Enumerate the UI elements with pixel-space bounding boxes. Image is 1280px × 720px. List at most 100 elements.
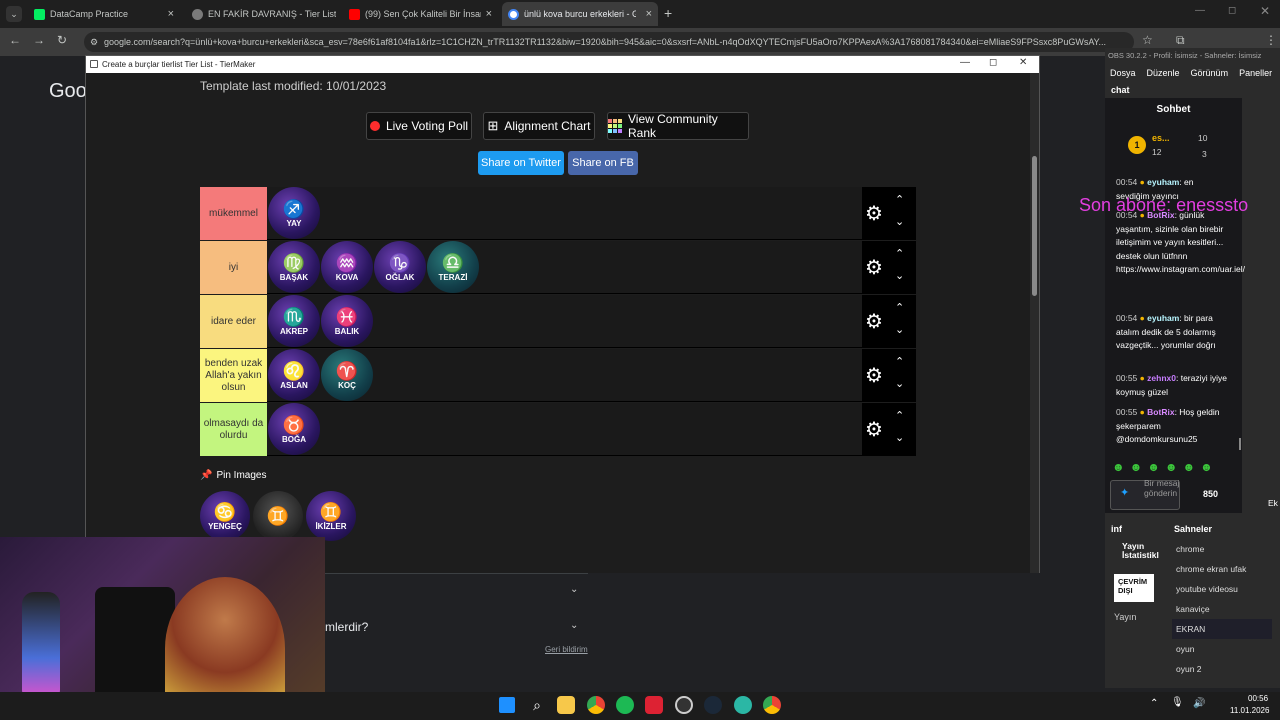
app-icon[interactable] — [645, 696, 663, 714]
emote-row[interactable]: ☻☻☻☻☻☻ — [1112, 460, 1218, 474]
view-community-rank-button[interactable]: View Community Rank — [607, 112, 749, 140]
tab-datacamp[interactable]: DataCamp Practice × — [28, 2, 180, 26]
scene-item[interactable]: oyun 2 — [1172, 659, 1272, 679]
tier-label[interactable]: benden uzak Allah'a yakın olsun — [200, 349, 267, 402]
share-fb-button[interactable]: Share on FB — [568, 151, 638, 175]
tier-label[interactable]: mükemmel — [200, 187, 267, 240]
faq-expand-icon[interactable]: ⌄ — [570, 584, 578, 595]
move-up-icon[interactable]: ⌃ — [895, 247, 904, 260]
maximize-window-icon[interactable]: ◻ — [1228, 5, 1236, 16]
scene-item[interactable]: youtube videosu — [1172, 579, 1272, 599]
zodiac-tile-1[interactable]: ♒ KOVA — [321, 241, 373, 293]
search-icon[interactable]: ⌕ — [528, 696, 546, 714]
move-down-icon[interactable]: ⌄ — [895, 431, 904, 444]
forward-icon[interactable]: → — [33, 33, 45, 47]
tray-mic-icon[interactable]: 🎙 — [1171, 697, 1184, 708]
popup-scrollbar[interactable] — [1030, 73, 1039, 573]
tab-tierlist[interactable]: EN FAKİR DAVRANIŞ - Tier List × — [186, 2, 336, 26]
popup-scroll-thumb[interactable] — [1032, 156, 1037, 296]
zodiac-tile-0[interactable]: ♍ BAŞAK — [268, 241, 320, 293]
move-up-icon[interactable]: ⌃ — [895, 409, 904, 422]
popup-close-icon[interactable]: ✕ — [1019, 57, 1027, 68]
gear-icon[interactable]: ⚙ — [865, 363, 883, 388]
tray-volume-icon[interactable]: 🔊 — [1193, 698, 1205, 709]
move-down-icon[interactable]: ⌄ — [895, 377, 904, 390]
scene-item[interactable]: oyun — [1172, 639, 1272, 659]
browser-icon[interactable] — [734, 696, 752, 714]
minimize-window-icon[interactable]: — — [1195, 5, 1205, 16]
close-icon[interactable]: × — [646, 8, 652, 20]
zodiac-tile-0[interactable]: ♐ YAY — [268, 187, 320, 239]
tab-google-search[interactable]: ünlü kova burcu erkekleri - Goo × — [502, 2, 658, 26]
channel-points-count[interactable]: 850 — [1203, 489, 1218, 499]
pool-zodiac-tile-2[interactable]: ♊ İKİZLER — [306, 491, 356, 541]
steam-icon[interactable] — [704, 696, 722, 714]
new-tab-button[interactable]: + — [664, 5, 672, 21]
clock-time[interactable]: 00:56 — [1248, 694, 1268, 703]
faq-question[interactable]: mlerdir? — [325, 620, 368, 634]
gear-icon[interactable]: ⚙ — [865, 255, 883, 280]
scene-item[interactable]: kanaviçe — [1172, 599, 1272, 619]
bits-icon[interactable]: ✦ — [1120, 486, 1129, 499]
close-window-icon[interactable]: ✕ — [1260, 4, 1270, 18]
zodiac-tile-3[interactable]: ♎ TERAZİ — [427, 241, 479, 293]
move-down-icon[interactable]: ⌄ — [895, 215, 904, 228]
file-explorer-icon[interactable] — [557, 696, 575, 714]
gear-icon[interactable]: ⚙ — [865, 309, 883, 334]
move-up-icon[interactable]: ⌃ — [895, 301, 904, 314]
move-up-icon[interactable]: ⌃ — [895, 193, 904, 206]
popup-maximize-icon[interactable]: ◻ — [989, 57, 997, 68]
zodiac-tile-1[interactable]: ♈ KOÇ — [321, 349, 373, 401]
pool-zodiac-tile-0[interactable]: ♋ YENGEÇ — [200, 491, 250, 541]
zodiac-tile-0[interactable]: ♌ ASLAN — [268, 349, 320, 401]
chat-username[interactable]: zehnx0 — [1147, 373, 1176, 383]
google-logo[interactable]: Goo — [49, 80, 87, 103]
scene-item[interactable]: chrome — [1172, 539, 1272, 559]
close-icon[interactable]: × — [486, 8, 492, 20]
zodiac-tile-2[interactable]: ♑ OĞLAK — [374, 241, 426, 293]
close-icon[interactable]: × — [168, 8, 174, 20]
clock-date[interactable]: 11.01.2026 — [1230, 706, 1269, 715]
menu-paneller[interactable]: Paneller — [1239, 68, 1272, 78]
address-bar[interactable]: ⚙ google.com/search?q=ünlü+kova+burcu+er… — [84, 32, 1134, 52]
tray-chevron-icon[interactable]: ⌃ — [1150, 698, 1158, 709]
tab-youtube[interactable]: (99) Sen Çok Kaliteli Bir İnsanın × — [343, 2, 498, 26]
pin-images-label[interactable]: 📌 Pin Images — [200, 470, 266, 481]
chat-username[interactable]: eyuham — [1147, 177, 1179, 187]
move-down-icon[interactable]: ⌄ — [895, 269, 904, 282]
menu-gorunum[interactable]: Görünüm — [1191, 68, 1229, 78]
gear-icon[interactable]: ⚙ — [865, 417, 883, 442]
scene-item[interactable]: chrome ekran ufak — [1172, 559, 1272, 579]
zodiac-tile-0[interactable]: ♉ BOĞA — [268, 403, 320, 455]
spotify-icon[interactable] — [616, 696, 634, 714]
chrome-icon[interactable] — [587, 696, 605, 714]
bookmark-star-icon[interactable]: ☆ — [1142, 33, 1153, 47]
move-down-icon[interactable]: ⌄ — [895, 323, 904, 336]
feedback-link[interactable]: Geri bildirim — [545, 645, 588, 654]
reload-icon[interactable]: ↻ — [57, 33, 67, 47]
pool-zodiac-tile-1[interactable]: ♊ — [253, 491, 303, 541]
gear-icon[interactable]: ⚙ — [865, 201, 883, 226]
menu-icon[interactable]: ⋮ — [1265, 33, 1277, 47]
extensions-icon[interactable]: ⧉ — [1176, 33, 1185, 48]
alignment-chart-button[interactable]: ⊞ Alignment Chart — [483, 112, 595, 140]
chat-username[interactable]: eyuham — [1147, 313, 1179, 323]
chat-scrollbar[interactable] — [1239, 438, 1241, 450]
back-icon[interactable]: ← — [9, 33, 21, 47]
tab-search-button[interactable]: ⌄ — [6, 6, 22, 22]
share-twitter-button[interactable]: Share on Twitter — [478, 151, 564, 175]
zodiac-tile-0[interactable]: ♏ AKREP — [268, 295, 320, 347]
faq-expand-icon[interactable]: ⌄ — [570, 620, 578, 631]
menu-duzenle[interactable]: Düzenle — [1147, 68, 1180, 78]
start-icon[interactable] — [499, 697, 515, 713]
menu-dosya[interactable]: Dosya — [1110, 68, 1136, 78]
zodiac-tile-1[interactable]: ♓ BALIK — [321, 295, 373, 347]
tier-label[interactable]: iyi — [200, 241, 267, 294]
chat-username[interactable]: BotRix — [1147, 407, 1174, 417]
tier-label[interactable]: idare eder — [200, 295, 267, 348]
chrome-icon-2[interactable] — [763, 696, 781, 714]
move-up-icon[interactable]: ⌃ — [895, 355, 904, 368]
tier-label[interactable]: olmasaydı da olurdu — [200, 403, 267, 456]
popup-minimize-icon[interactable]: — — [960, 57, 970, 68]
obs-icon[interactable] — [675, 696, 693, 714]
